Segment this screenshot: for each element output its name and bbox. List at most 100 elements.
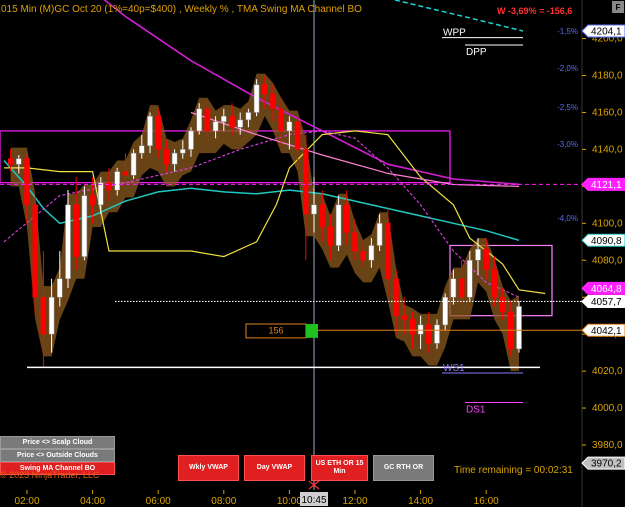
candle-body [344,204,350,233]
candle-body [89,195,96,206]
y-tick-label: 4000,0 [592,403,623,414]
candle-body [245,112,252,121]
candle-body [130,152,137,176]
candle-body [499,296,506,313]
candle-62 [516,300,522,353]
day-vwap-button[interactable]: Day VWAP [244,455,305,481]
price-flag-4204-1: 4204,1 [581,24,625,38]
price-flag-4064-8: 4064,8 [581,281,625,295]
candle-body [352,232,358,252]
level-ds1-label: DS1 [466,405,486,416]
price-flag-3970-2: 3970,2 [581,456,625,470]
candle-body [40,296,47,335]
candle-body [376,223,383,246]
chart-corner-button[interactable]: F [612,1,624,13]
candle-body [368,245,375,261]
y-tick-label: 4180,0 [592,71,623,82]
candle-body [253,84,260,113]
candle-body [139,145,145,154]
candle-body [491,269,498,298]
candle-body [434,324,440,344]
y-tick-label: 4020,0 [592,366,623,377]
candle-15 [130,149,137,179]
y-tick-label: 4160,0 [592,107,623,118]
percent-level-label: -4,0% [557,214,578,223]
range-box-label: 156 [268,325,283,335]
copyright-label: © 2023 NinjaTrader, LLC [0,470,100,480]
candle-body [286,121,293,132]
y-tick-label: 4140,0 [592,144,623,155]
level-ws1-label: WS1 [443,363,465,374]
candle-body [48,296,55,335]
price-flag-label: 4204,1 [591,27,622,38]
weekly-performance-label: W -3,69% = -156,6 [497,6,573,16]
candle-body [303,149,309,215]
range-box-marker [306,323,318,338]
candle-body [114,171,120,191]
candle-body [212,121,219,132]
candle-body [278,108,284,132]
candle-body [196,108,202,132]
candle-body [16,158,22,165]
candle-body [106,182,112,191]
candle-body [401,315,407,320]
candle-body [221,115,227,122]
price-outside-clouds-button[interactable]: Price <> Outside Clouds [0,449,115,462]
candle-body [98,182,104,206]
candle-body [417,324,424,335]
candle-body [204,108,211,132]
candle-30 [253,79,260,117]
time-remaining-label: Time remaining = 00:02:31 [454,465,573,476]
x-tick-label: 14:00 [408,496,433,507]
price-scalp-cloud-button[interactable]: Price <> Scalp Cloud [0,436,115,449]
percent-level-label: -1,5% [557,27,578,36]
chart-canvas[interactable]: 156WPPDPPWS1DS1 3980,04000,04020,04040,0… [0,0,625,507]
candle-body [237,119,243,128]
y-tick-label: 4080,0 [592,255,623,266]
y-tick-label: 3980,0 [592,440,623,451]
candle-body [180,149,186,154]
percent-level-label: -2,5% [557,103,578,112]
wkly-vwap-button[interactable]: Wkly VWAP [178,455,239,481]
candle-body [385,223,391,279]
candle-body [516,306,522,350]
candle-body [360,250,366,261]
candle-body [147,115,153,146]
level-wpp-label: WPP [443,28,466,39]
candle-body [393,278,399,316]
candle-body [171,152,178,165]
candle-body [327,226,334,246]
candle-body [24,158,30,206]
y-tick-label: 4100,0 [592,218,623,229]
us-eth-or-button[interactable]: US ETH OR 15 Min [311,455,368,481]
candle-body [32,204,38,298]
candle-body [450,278,457,298]
candle-body [73,204,79,257]
x-tick-label: 12:00 [342,496,367,507]
level-dpp-label: DPP [466,47,487,58]
candle-body [426,324,432,344]
price-flag-4121-1: 4121,1 [581,177,625,191]
candle-9 [81,186,88,261]
x-tick-label: 04:00 [80,496,105,507]
candle-body [335,204,342,246]
price-flag-label: 4090,8 [591,236,622,247]
price-flag-label: 4064,8 [591,284,622,295]
candle-body [409,319,416,335]
crosshair-time-label: 10:45 [301,495,326,506]
gc-rth-or-button[interactable]: GC RTH OR [373,455,434,481]
candle-body [475,248,481,261]
candle-body [229,115,235,128]
price-flag-label: 4057,7 [591,297,622,308]
candle-body [163,149,170,165]
candle-body [458,278,465,298]
candle-body [483,248,489,270]
candle-36 [303,134,309,261]
x-tick-label: 10:00 [277,496,302,507]
percent-level-label: -2,0% [557,64,578,73]
crosshair-time-flag: 10:45 [300,492,328,506]
candle-7 [65,190,71,288]
x-tick-label: 06:00 [146,496,171,507]
candle-body [81,195,88,257]
x-tick-label: 08:00 [211,496,236,507]
